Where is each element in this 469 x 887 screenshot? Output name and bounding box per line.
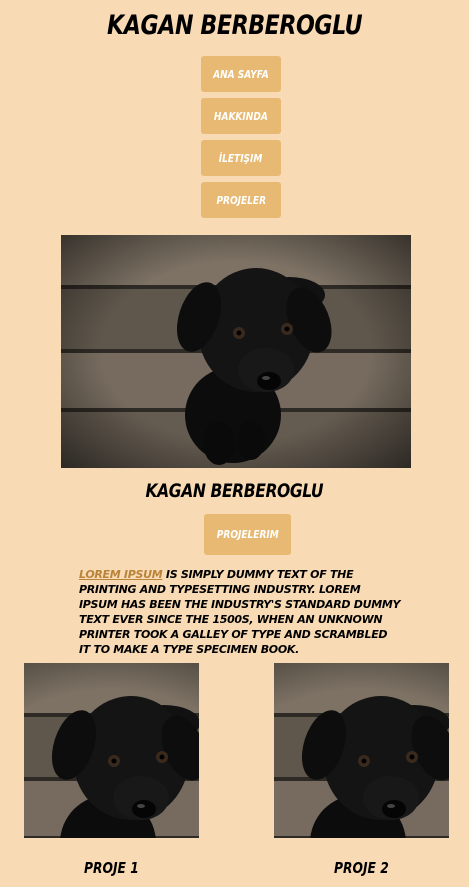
project-1-image[interactable]	[24, 663, 199, 838]
nav-about-button[interactable]: Hakkinda	[201, 98, 281, 134]
hero-puppy-image	[61, 235, 411, 468]
nav-contact-label: İletişim	[219, 151, 263, 165]
nav-projects-label: Projeler	[216, 193, 266, 207]
about-paragraph: Lorem Ipsum is simply dummy text of the …	[79, 567, 401, 657]
nav-projects-button[interactable]: Projeler	[201, 182, 281, 218]
project-1-caption: Proje 1	[84, 859, 139, 877]
nav-home-button[interactable]: Ana Sayfa	[201, 56, 281, 92]
my-projects-button[interactable]: Projelerim	[204, 514, 291, 555]
nav-contact-button[interactable]: İletişim	[201, 140, 281, 176]
lorem-ipsum-link[interactable]: Lorem Ipsum	[79, 568, 163, 581]
project-2-caption: Proje 2	[334, 859, 389, 877]
project-2-image[interactable]	[274, 663, 449, 838]
my-projects-label: Projelerim	[216, 528, 279, 541]
nav-home-label: Ana Sayfa	[213, 67, 269, 81]
profile-name-heading: Kagan Berberoglu	[145, 480, 324, 502]
about-body-text: is simply dummy text of the printing and…	[79, 568, 401, 656]
nav-about-label: Hakkinda	[214, 109, 268, 123]
site-title: Kagan Berberoglu	[106, 10, 363, 41]
